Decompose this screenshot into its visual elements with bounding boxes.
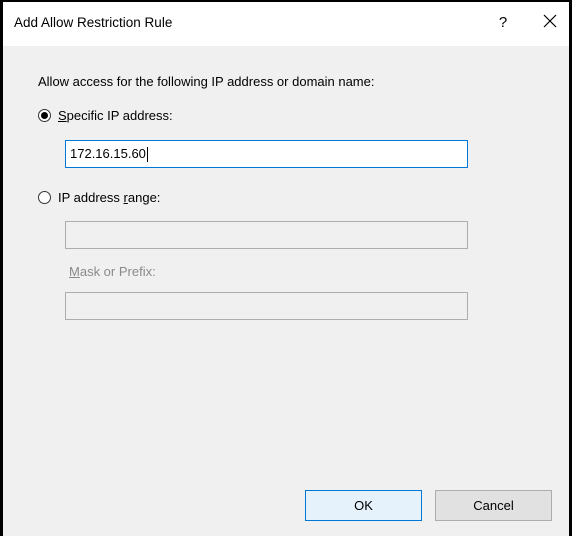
mask-label-text: ask or Prefix: <box>79 264 156 279</box>
ip-range-radio-label: IP address range: <box>58 190 160 205</box>
dialog-title: Add Allow Restriction Rule <box>14 15 173 30</box>
specific-ip-radio[interactable]: Specific IP address: <box>38 106 173 124</box>
specific-ip-radio-label: Specific IP address: <box>58 108 173 123</box>
access-prompt-label: Allow access for the following IP addres… <box>38 74 375 89</box>
ip-range-radio-indicator[interactable] <box>38 190 51 204</box>
cancel-button[interactable]: Cancel <box>435 490 552 521</box>
help-button[interactable]: ? <box>489 11 517 35</box>
close-button[interactable] <box>535 11 565 35</box>
ip-range-radio[interactable]: IP address range: <box>38 188 160 206</box>
title-bar: Add Allow Restriction Rule ? <box>3 2 569 46</box>
specific-ip-label-text: pecific IP address: <box>66 107 173 123</box>
mask-accelerator: M <box>69 264 80 279</box>
ip-range-label-prefix: IP address <box>58 189 124 205</box>
ip-range-input[interactable] <box>65 221 468 249</box>
add-allow-restriction-rule-dialog: Add Allow Restriction Rule ? Allow acces… <box>0 0 572 536</box>
specific-ip-input[interactable]: 172.16.15.60 <box>65 140 468 168</box>
mask-prefix-label: Mask or Prefix: <box>69 264 156 279</box>
close-icon <box>543 14 557 28</box>
text-caret <box>146 147 148 163</box>
specific-ip-input-value: 172.16.15.60 <box>70 146 146 161</box>
specific-ip-accelerator: S <box>58 107 67 123</box>
ok-button[interactable]: OK <box>305 490 422 521</box>
mask-prefix-input[interactable] <box>65 292 468 320</box>
ip-range-label-text: ange: <box>127 189 161 205</box>
specific-ip-radio-indicator[interactable] <box>38 108 51 122</box>
